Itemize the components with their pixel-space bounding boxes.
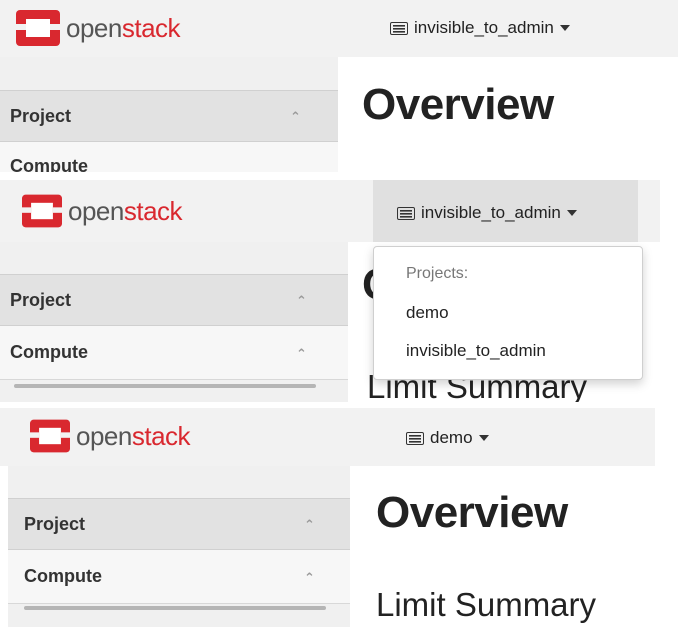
sidebar-item-label: Compute [24, 566, 102, 586]
sidebar-header-label: Project [10, 105, 72, 126]
brand-name: openstack [68, 195, 183, 226]
sidebar-item-label: Compute [10, 156, 88, 172]
sidebar-divider [24, 606, 326, 610]
sidebar-item-compute[interactable]: Compute ⌃ [0, 326, 348, 380]
sidebar-item-label: Compute [10, 342, 88, 362]
keyboard-icon [390, 21, 408, 35]
dropdown-header: Projects: [406, 265, 469, 282]
openstack-logo[interactable]: openstack [16, 10, 181, 46]
chevron-up-icon: ⌃ [290, 109, 301, 124]
sidebar-header-label: Project [10, 289, 72, 310]
openstack-logo-icon [22, 194, 62, 228]
brand-name: openstack [66, 12, 181, 43]
chevron-up-icon: ⌃ [304, 570, 315, 585]
sidebar-header-project[interactable]: Project ⌃ [0, 274, 348, 326]
project-dropdown-menu: Projects: demo invisible_to_admin [373, 246, 643, 380]
page-title: Overview [376, 488, 568, 537]
keyboard-icon [397, 206, 415, 220]
dropdown-item-demo[interactable]: demo [406, 303, 449, 323]
sidebar-item-compute[interactable]: Compute [0, 142, 338, 172]
page-title: Overview [362, 80, 554, 129]
sidebar-item-compute[interactable]: Compute ⌃ [8, 550, 350, 604]
keyboard-icon [406, 431, 424, 445]
project-selector[interactable]: invisible_to_admin [390, 18, 570, 38]
caret-down-icon [559, 25, 570, 31]
project-selector-label: invisible_to_admin [414, 18, 554, 37]
sidebar-header-project[interactable]: Project ⌃ [0, 90, 338, 142]
project-selector[interactable]: demo [406, 428, 489, 448]
openstack-logo-icon [30, 419, 70, 453]
screenshot-panel-1: openstack invisible_to_admin Project ⌃ C… [0, 0, 678, 172]
openstack-logo-icon [16, 10, 60, 46]
project-selector-label: demo [430, 428, 473, 447]
project-selector[interactable]: invisible_to_admin [397, 203, 577, 223]
sidebar-header-label: Project [24, 513, 86, 534]
brand-name: openstack [76, 420, 191, 451]
chevron-up-icon: ⌃ [304, 517, 315, 532]
openstack-logo[interactable]: openstack [30, 419, 191, 453]
sidebar-divider [14, 384, 316, 388]
caret-down-icon [566, 210, 577, 216]
caret-down-icon [478, 435, 489, 441]
project-selector-label: invisible_to_admin [421, 203, 561, 222]
sidebar: Project ⌃ Compute ⌃ [8, 466, 350, 627]
dropdown-item-invisible-to-admin[interactable]: invisible_to_admin [406, 341, 546, 361]
section-heading: Limit Summary [376, 586, 597, 623]
sidebar-header-project[interactable]: Project ⌃ [8, 498, 350, 550]
chevron-up-icon: ⌃ [296, 346, 307, 361]
sidebar: Project ⌃ Compute [0, 57, 338, 172]
screenshot-panel-3: openstack demo Project ⌃ Compute ⌃ Overv… [0, 408, 678, 627]
sidebar: Project ⌃ Compute ⌃ [0, 242, 348, 402]
openstack-logo[interactable]: openstack [22, 194, 183, 228]
screenshot-panel-2: openstack invisible_to_admin Project ⌃ C… [0, 180, 678, 402]
chevron-up-icon: ⌃ [296, 293, 307, 308]
